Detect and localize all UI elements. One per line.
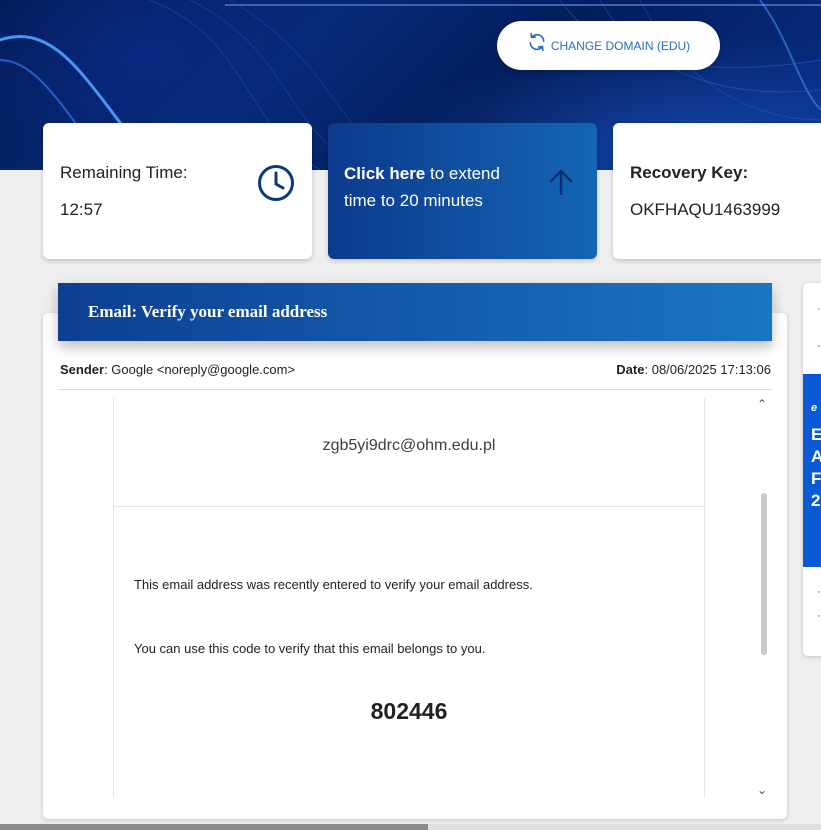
side-panel: · · e E A F 2 · ·: [803, 283, 821, 656]
side-panel-text-fragment: ·: [817, 586, 821, 598]
remaining-time-card: Remaining Time: 12:57: [43, 123, 312, 259]
sender-label: Sender: [60, 362, 105, 377]
extend-time-link[interactable]: Click here: [344, 164, 425, 183]
remaining-time-value: 12:57: [60, 200, 103, 219]
body-paragraph-2: You can use this code to verify that thi…: [134, 641, 486, 656]
email-body: zgb5yi9drc@ohm.edu.pl This email address…: [113, 398, 705, 798]
recovery-key-label: Recovery Key:: [630, 163, 749, 182]
cut-off-heading: [114, 398, 704, 411]
side-ad-prefix: e: [811, 402, 818, 414]
email-date: Date: 08/06/2025 17:13:06: [616, 362, 771, 377]
body-divider: [114, 506, 704, 507]
recovery-key-card: Recovery Key: OKFHAQU1463999: [613, 123, 821, 259]
extend-time-text: Click here to extend time to 20 minutes: [344, 160, 534, 214]
body-paragraph-1: This email address was recently entered …: [134, 577, 533, 592]
email-header: Email: Verify your email address: [58, 283, 772, 341]
arrow-up-icon: [546, 168, 576, 203]
scrollbar-thumb[interactable]: [761, 493, 767, 655]
side-ad-text: E A F 2: [811, 424, 821, 512]
clock-icon: [257, 164, 295, 207]
side-ad-line: F: [811, 469, 821, 488]
email-sender: Sender: Google <noreply@google.com>: [60, 362, 295, 377]
horizontal-scrollbar-thumb[interactable]: [0, 824, 428, 830]
date-value: : 08/06/2025 17:13:06: [644, 362, 771, 377]
email-subject: Email: Verify your email address: [88, 302, 328, 321]
refresh-icon: [527, 32, 547, 55]
chevron-down-icon[interactable]: ⌄: [757, 783, 767, 797]
side-panel-text-fragment: ·: [817, 340, 821, 352]
side-ad-banner[interactable]: e E A F 2: [803, 374, 821, 567]
side-panel-text-fragment: ·: [817, 610, 821, 622]
change-domain-label: CHANGE DOMAIN (EDU): [550, 38, 691, 53]
chevron-up-icon[interactable]: ⌃: [757, 397, 767, 411]
side-ad-line: E: [811, 425, 821, 444]
meta-divider: [58, 389, 772, 390]
email-address: zgb5yi9drc@ohm.edu.pl: [322, 437, 496, 454]
side-panel-text-fragment: ·: [817, 303, 821, 315]
side-ad-line: A: [811, 447, 821, 466]
remaining-time-label: Remaining Time:: [60, 163, 188, 182]
verification-code: 802446: [370, 698, 448, 724]
recovery-key-value: OKFHAQU1463999: [630, 200, 781, 219]
cut-off-heading-fragment: [259, 398, 559, 404]
extend-time-button[interactable]: Click here to extend time to 20 minutes: [328, 123, 597, 259]
sender-value: : Google <noreply@google.com>: [104, 362, 296, 377]
side-ad-line: 2: [811, 491, 821, 510]
change-domain-button[interactable]: CHANGE DOMAIN (EDU): [497, 21, 720, 70]
date-label: Date: [616, 362, 645, 377]
